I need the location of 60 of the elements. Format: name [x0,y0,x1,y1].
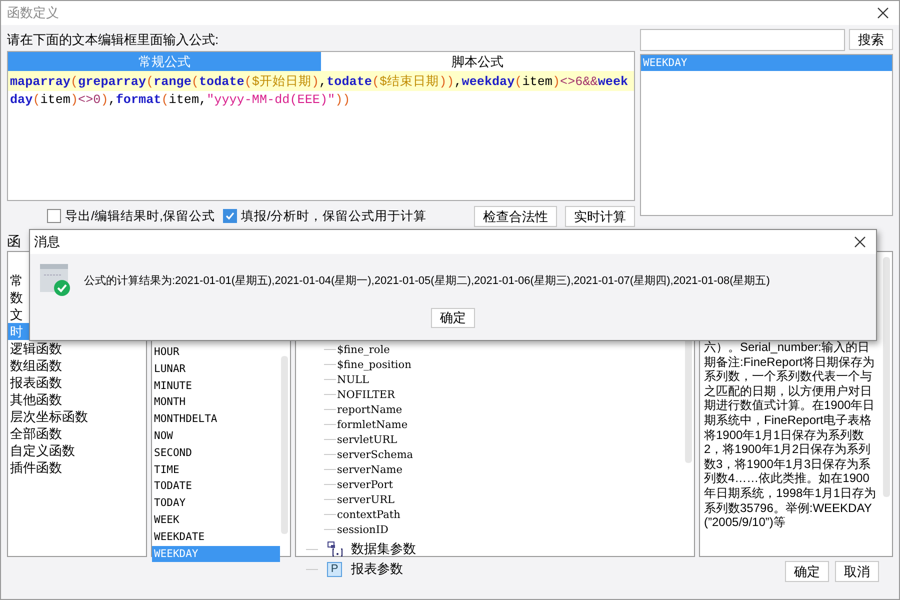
tree-item[interactable]: serverSchema [337,448,414,460]
tree-item[interactable]: serverName [337,464,402,476]
function-item[interactable]: TODAY [152,495,280,512]
close-icon[interactable] [854,236,866,248]
category-item[interactable]: 其他函数 [8,391,146,408]
function-item[interactable]: MINUTE [152,378,280,394]
tree-item[interactable]: sessionID [337,524,388,536]
function-item[interactable]: NOW [152,428,280,445]
function-item[interactable]: MONTHDELTA [152,411,280,428]
tree-item[interactable]: serverURL [337,494,395,506]
category-item[interactable]: 数组函数 [8,357,146,374]
function-description: 六）。Serial_number:输入的日期备注:FineReport将日期保存为系列数，一个系列数代表一个与之匹配的日期，以方便用户对日期进行数值式计算。在1900年日期系统中，FineReport电子表格将1900年1月1日保存为系列数2，将1900年1月2日保存为系列数3，将1900年1月3日保存为系列数4……依此类推。如在1900年日期系统，1998年1月1日存为系列数35796。举例:WEEKDAY(”2005/9/10”)等 [704,340,878,530]
parameter-icon: P [327,562,342,576]
prompt-label: 请在下面的文本编辑框里面输入公式: [7,31,220,49]
scrollbar[interactable] [883,257,890,497]
action-button[interactable]: 检查合法性 [474,206,557,226]
tree-item[interactable]: formletName [337,418,408,430]
footer-button[interactable]: 确定 [785,561,829,582]
scrollbar[interactable] [281,356,288,534]
tree-item[interactable]: NOFILTER [337,388,395,400]
tree-item[interactable]: reportName [337,404,402,416]
category-item[interactable]: 全部函数 [8,425,146,442]
window-title: 函数定义 [7,4,60,22]
function-item[interactable]: TODATE [152,478,280,496]
category-item[interactable]: 自定义函数 [8,442,146,459]
search-field[interactable] [640,29,845,51]
checkbox[interactable] [47,209,61,223]
checkbox[interactable] [222,209,237,223]
message-text: 公式的计算结果为:2021-01-01(星期五),2021-01-04(星期一),2021-01-05(星期二),2021-01-06(星期三),2021-01-07(星期四),2021-01-08(星期五) [84,274,770,288]
function-item[interactable]: WEEKDATE [152,528,280,546]
dialog-title: 消息 [34,233,60,251]
calendar-check-icon [40,264,70,296]
action-button[interactable]: 实时计算 [565,206,635,226]
tree-item[interactable]: $fine_position [337,358,412,370]
tree-item[interactable]: NULL [337,374,369,386]
function-item[interactable]: HOUR [152,344,280,361]
function-item[interactable]: LUNAR [152,360,280,378]
function-item[interactable]: SECOND [152,444,280,462]
function-item[interactable]: WEEK [152,512,280,529]
check-icon [224,211,235,221]
category-heading: 函 [6,232,21,251]
dataset-icon [327,541,343,557]
close-icon[interactable] [877,7,889,19]
tree-item[interactable]: contextPath [337,508,400,520]
checkbox-label: 导出/编辑结果时,保留公式 [65,208,215,224]
function-item[interactable]: TIME [152,462,280,478]
tree-item[interactable]: serverPort [337,478,393,490]
footer-button[interactable]: 取消 [835,561,879,582]
tree-item[interactable]: servletURL [337,434,398,446]
category-item[interactable]: 逻辑函数 [8,340,146,357]
tree-item[interactable]: 数据集参数 [351,540,416,558]
category-item[interactable]: 插件函数 [8,459,146,476]
tree-item[interactable]: 报表参数 [351,560,403,578]
category-item[interactable]: 报表函数 [8,374,146,391]
ok-button[interactable]: 确定 [431,308,475,328]
checkbox-label: 填报/分析时，保留公式用于计算 [240,208,426,224]
category-item[interactable]: 层次坐标函数 [8,408,146,425]
function-item[interactable]: MONTH [152,394,280,412]
tree-item[interactable]: $fine_role [337,344,390,356]
search-button[interactable]: 搜索 [849,29,893,50]
